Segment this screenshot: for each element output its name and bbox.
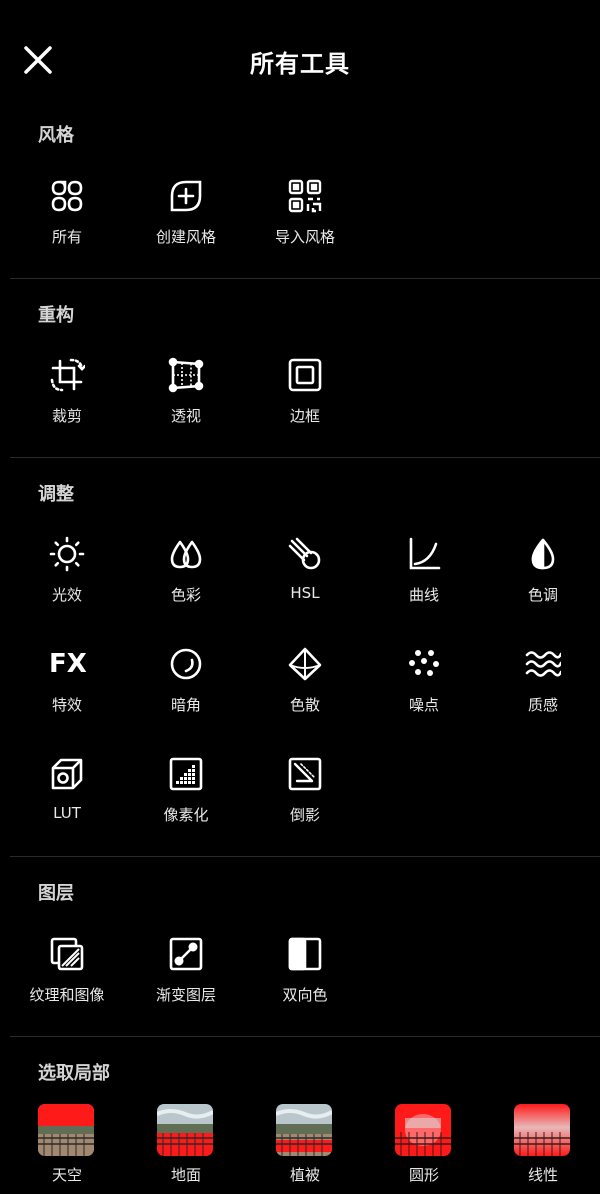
tool-label: 导入风格 <box>274 228 335 246</box>
tool-vignette[interactable]: 暗角 <box>127 646 245 736</box>
section-title-adjust: 调整 <box>38 484 74 505</box>
tool-mask-sky[interactable]: 天空 <box>8 1104 126 1194</box>
tool-duotone[interactable]: 双向色 <box>246 936 364 1026</box>
tool-label: 裁剪 <box>51 407 82 425</box>
tool-label: 特效 <box>51 696 82 714</box>
noise-dots-icon <box>406 646 442 682</box>
tool-all-styles[interactable]: 所有 <box>8 178 126 268</box>
hsl-icon <box>287 536 323 572</box>
add-leaf-icon <box>168 178 204 214</box>
tool-lut[interactable]: LUT <box>8 756 126 846</box>
tool-hsl[interactable]: HSL <box>246 536 364 626</box>
gradient-layer-icon <box>168 936 204 972</box>
page-title: 所有工具 <box>250 50 350 78</box>
tool-mask-circle[interactable]: 圆形 <box>365 1104 483 1194</box>
texture-image-icon <box>49 936 85 972</box>
sky-mask-thumbnail <box>38 1104 94 1156</box>
tool-label: 色调 <box>527 586 558 604</box>
tone-drop-icon <box>525 536 561 572</box>
tool-label: 噪点 <box>408 696 439 714</box>
tool-label: 圆形 <box>408 1166 439 1184</box>
linear-mask-thumbnail <box>514 1104 570 1156</box>
border-frame-icon <box>287 357 323 393</box>
tool-label: 线性 <box>527 1166 558 1184</box>
perspective-grid-icon <box>168 357 204 393</box>
divider <box>10 1036 600 1037</box>
tool-texture-image[interactable]: 纹理和图像 <box>8 936 126 1026</box>
tool-tone[interactable]: 色调 <box>484 536 600 626</box>
sun-icon <box>49 536 85 572</box>
tool-color[interactable]: 色彩 <box>127 536 245 626</box>
tool-label: 创建风格 <box>155 228 216 246</box>
tool-mask-vegetation[interactable]: 植被 <box>246 1104 364 1194</box>
section-title-layers: 图层 <box>38 883 74 904</box>
tool-noise[interactable]: 噪点 <box>365 646 483 736</box>
tool-label: 色散 <box>289 696 320 714</box>
tool-label: 暗角 <box>170 696 201 714</box>
tool-import-style[interactable]: 导入风格 <box>246 178 364 268</box>
tool-reflection[interactable]: 倒影 <box>246 756 364 846</box>
tool-mask-linear[interactable]: 线性 <box>484 1104 600 1194</box>
tool-dispersion[interactable]: 色散 <box>246 646 364 736</box>
tool-curves[interactable]: 曲线 <box>365 536 483 626</box>
tool-label: LUT <box>53 804 81 822</box>
tool-label: 色彩 <box>170 586 201 604</box>
tool-gradient-layer[interactable]: 渐变图层 <box>127 936 245 1026</box>
four-petal-grid-icon <box>49 178 85 214</box>
tool-label: 像素化 <box>163 806 209 824</box>
crop-rotate-icon <box>49 357 87 393</box>
tool-label: HSL <box>290 584 320 602</box>
section-title-style: 风格 <box>38 125 74 146</box>
tool-label: 曲线 <box>408 586 439 604</box>
tool-create-style[interactable]: 创建风格 <box>127 178 245 268</box>
section-title-restructure: 重构 <box>38 305 74 326</box>
divider <box>10 856 600 857</box>
tool-texture[interactable]: 质感 <box>484 646 600 736</box>
tool-label: 纹理和图像 <box>29 986 105 1004</box>
tool-effects[interactable]: FX 特效 <box>8 646 126 736</box>
tool-pixelate[interactable]: 像素化 <box>127 756 245 846</box>
duotone-icon <box>287 936 323 972</box>
tool-label: 地面 <box>170 1166 201 1184</box>
tool-crop[interactable]: 裁剪 <box>8 357 126 447</box>
vignette-icon <box>168 646 204 682</box>
tool-label: 渐变图层 <box>155 986 216 1004</box>
tool-label: 透视 <box>170 407 201 425</box>
tool-label: 倒影 <box>289 806 320 824</box>
tool-label: 天空 <box>51 1166 82 1184</box>
curve-icon <box>406 536 442 572</box>
lut-cube-icon <box>49 756 85 792</box>
vegetation-mask-thumbnail <box>276 1104 332 1156</box>
tool-label: 光效 <box>51 586 82 604</box>
prism-icon <box>287 646 323 682</box>
divider <box>10 278 600 279</box>
pixelate-icon <box>168 756 204 792</box>
tool-label: 边框 <box>289 407 320 425</box>
tool-label: 质感 <box>527 696 558 714</box>
texture-waves-icon <box>525 646 563 682</box>
tool-perspective[interactable]: 透视 <box>127 357 245 447</box>
qr-code-icon <box>287 178 323 214</box>
tool-label: 所有 <box>51 228 82 246</box>
ground-mask-thumbnail <box>157 1104 213 1156</box>
color-drops-icon <box>168 536 204 572</box>
tool-label: 双向色 <box>282 986 328 1004</box>
header: 所有工具 <box>0 0 600 120</box>
divider <box>10 457 600 458</box>
tool-label: 植被 <box>289 1166 320 1184</box>
circle-mask-thumbnail <box>395 1104 451 1156</box>
fx-icon: FX <box>49 649 87 679</box>
tool-border[interactable]: 边框 <box>246 357 364 447</box>
section-title-masks: 选取局部 <box>38 1063 110 1084</box>
reflection-icon <box>287 756 323 792</box>
tool-mask-ground[interactable]: 地面 <box>127 1104 245 1194</box>
tool-light[interactable]: 光效 <box>8 536 126 626</box>
